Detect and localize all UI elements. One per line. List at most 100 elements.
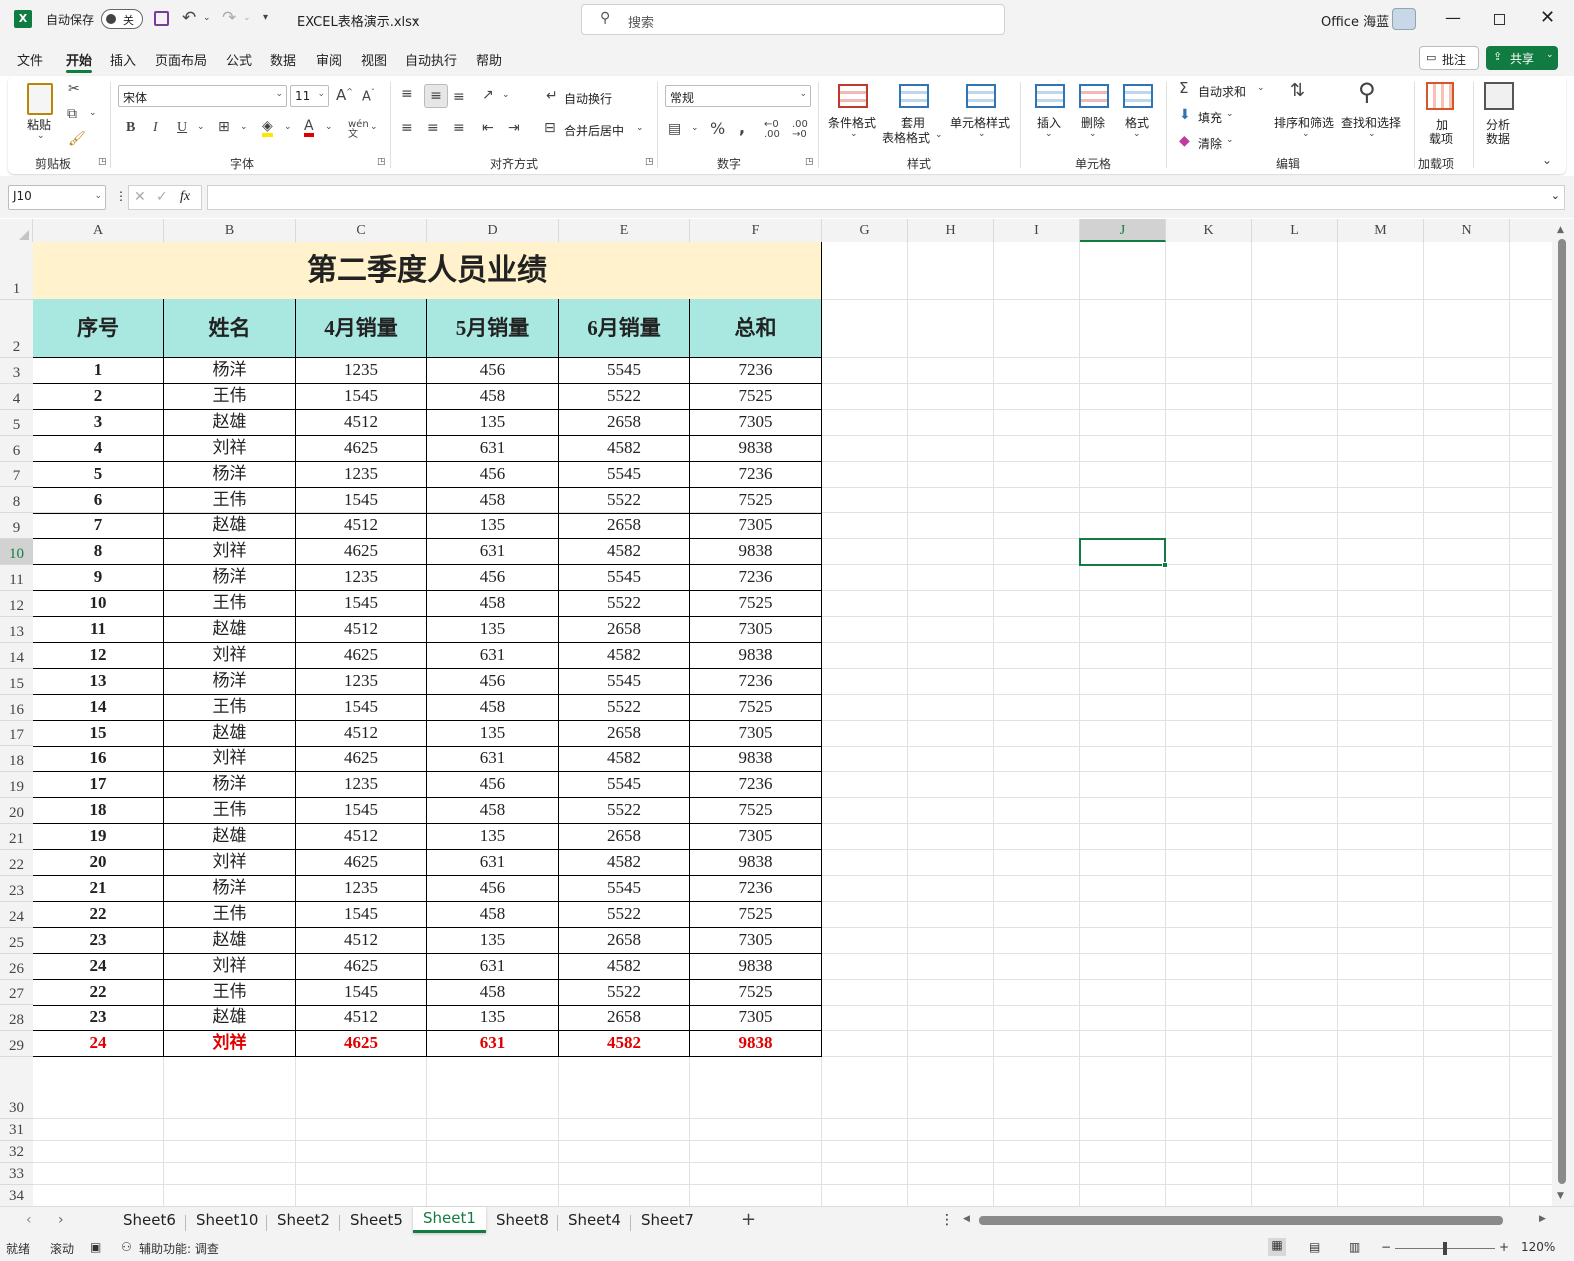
row-header-12[interactable]: 12 — [0, 591, 33, 617]
table-cell[interactable]: 7 — [33, 512, 164, 539]
font-color-icon[interactable]: A — [304, 119, 314, 137]
table-cell[interactable]: 3 — [33, 409, 164, 436]
merge-center-icon[interactable]: ⊟ — [544, 121, 556, 135]
row-header-27[interactable]: 27 — [0, 980, 33, 1006]
ribbon-collapse-icon[interactable]: ⌄ — [1542, 154, 1552, 166]
number-format-select[interactable]: 常规 ⌄ — [665, 85, 811, 107]
merge-center-button[interactable]: 合并后居中 — [564, 122, 624, 139]
user-name[interactable]: Office 海蓝 — [1321, 11, 1389, 30]
table-cell[interactable]: 17 — [33, 771, 164, 798]
table-cell[interactable]: 135 — [427, 927, 559, 954]
font-color-dropdown-icon[interactable]: ⌄ — [325, 123, 333, 132]
status-accessibility[interactable]: 辅助功能: 调查 — [139, 1240, 219, 1257]
table-cell[interactable]: 21 — [33, 875, 164, 902]
table-cell[interactable]: 2658 — [559, 927, 690, 954]
find-dropdown-icon[interactable]: ⌄ — [1368, 130, 1376, 139]
table-cell[interactable]: 631 — [427, 642, 559, 669]
decrease-decimal-icon[interactable]: .00 →0 — [792, 120, 808, 140]
row-header-16[interactable]: 16 — [0, 695, 33, 721]
delete-cells-icon[interactable] — [1079, 84, 1109, 108]
minimize-icon[interactable]: — — [1445, 8, 1461, 27]
table-cell[interactable]: 4582 — [559, 642, 690, 669]
format-painter-icon[interactable]: 🖌 — [68, 132, 86, 146]
menu-review[interactable]: 审阅 — [316, 50, 342, 69]
table-cell[interactable]: 5545 — [559, 461, 690, 488]
column-header-k[interactable]: K — [1166, 219, 1252, 242]
save-icon[interactable] — [154, 11, 169, 26]
phonetic-guide-icon[interactable]: wén 文 — [348, 120, 369, 140]
table-cell[interactable]: 4512 — [296, 1004, 427, 1031]
borders-dropdown-icon[interactable]: ⌄ — [240, 123, 248, 132]
table-cell[interactable]: 631 — [427, 435, 559, 462]
table-cell[interactable]: 赵雄 — [164, 616, 296, 643]
search-box[interactable]: ⚲ 搜索 — [581, 4, 1005, 35]
horizontal-scroll-thumb[interactable] — [979, 1216, 1503, 1225]
table-cell[interactable]: 7525 — [690, 487, 822, 514]
table-cell[interactable]: 2658 — [559, 823, 690, 850]
sheet-tab-sheet4[interactable]: Sheet4 — [568, 1211, 621, 1229]
row-header-6[interactable]: 6 — [0, 436, 33, 462]
sort-filter-icon[interactable]: ⇅ — [1290, 82, 1305, 100]
table-cell[interactable]: 7236 — [690, 668, 822, 695]
table-cell[interactable]: 4512 — [296, 823, 427, 850]
zoom-slider[interactable] — [1395, 1242, 1495, 1255]
table-cell[interactable]: 刘祥 — [164, 745, 296, 772]
table-cell[interactable]: 5545 — [559, 357, 690, 384]
table-cell[interactable]: 7305 — [690, 823, 822, 850]
table-cell[interactable]: 1545 — [296, 487, 427, 514]
table-cell[interactable]: 7305 — [690, 512, 822, 539]
column-header-m[interactable]: M — [1338, 219, 1424, 242]
table-cell[interactable]: 7305 — [690, 1004, 822, 1031]
table-header-cell[interactable]: 序号 — [33, 299, 164, 358]
table-cell[interactable]: 刘祥 — [164, 849, 296, 876]
table-cell[interactable]: 24 — [33, 953, 164, 980]
table-cell[interactable]: 王伟 — [164, 694, 296, 721]
format-cells-icon[interactable] — [1123, 84, 1153, 108]
scroll-left-icon[interactable]: ◀ — [963, 1214, 970, 1224]
table-cell[interactable]: 7236 — [690, 564, 822, 591]
formula-input[interactable]: ⌄ — [207, 185, 1565, 210]
table-cell[interactable]: 4625 — [296, 435, 427, 462]
autosave-toggle[interactable]: 关 — [101, 9, 143, 29]
sort-dropdown-icon[interactable]: ⌄ — [1302, 130, 1310, 139]
comment-button[interactable]: ▭ 批注 — [1419, 46, 1479, 70]
cell-styles-dropdown-icon[interactable]: ⌄ — [978, 130, 986, 139]
table-cell[interactable]: 23 — [33, 927, 164, 954]
align-middle-icon[interactable]: ≡ — [424, 84, 448, 108]
borders-icon[interactable]: ⊞ — [218, 120, 230, 134]
close-icon[interactable]: ✕ — [1540, 7, 1555, 28]
row-header-24[interactable]: 24 — [0, 902, 33, 928]
table-cell[interactable]: 7236 — [690, 461, 822, 488]
table-cell[interactable]: 1545 — [296, 694, 427, 721]
table-cell[interactable]: 王伟 — [164, 383, 296, 410]
table-cell[interactable]: 5545 — [559, 668, 690, 695]
analyze-data-icon[interactable] — [1484, 82, 1514, 110]
row-header-8[interactable]: 8 — [0, 488, 33, 514]
table-cell[interactable]: 4582 — [559, 849, 690, 876]
cancel-icon[interactable]: ✕ — [134, 189, 146, 205]
table-cell[interactable]: 4625 — [296, 538, 427, 565]
maximize-icon[interactable] — [1494, 14, 1505, 25]
menu-page-layout[interactable]: 页面布局 — [155, 50, 207, 69]
paste-icon[interactable] — [27, 83, 53, 115]
menu-home[interactable]: 开始 — [66, 50, 92, 69]
orientation-dropdown-icon[interactable]: ⌄ — [502, 91, 510, 100]
table-cell[interactable]: 1235 — [296, 357, 427, 384]
row-header-30[interactable]: 30 — [0, 1057, 33, 1120]
column-header-j[interactable]: J — [1080, 219, 1166, 242]
table-cell[interactable]: 4582 — [559, 538, 690, 565]
table-cell[interactable]: 9838 — [690, 538, 822, 565]
zoom-in-icon[interactable]: + — [1499, 1240, 1509, 1254]
menu-data[interactable]: 数据 — [270, 50, 296, 69]
table-cell[interactable]: 5522 — [559, 383, 690, 410]
table-cell[interactable]: 4625 — [296, 642, 427, 669]
table-header-cell[interactable]: 姓名 — [164, 299, 296, 358]
menu-help[interactable]: 帮助 — [476, 50, 502, 69]
format-as-table-icon[interactable] — [899, 84, 929, 108]
percent-icon[interactable]: % — [710, 121, 725, 137]
column-header-a[interactable]: A — [33, 219, 164, 242]
table-cell[interactable]: 135 — [427, 720, 559, 747]
table-cell[interactable]: 135 — [427, 823, 559, 850]
table-cell[interactable]: 6 — [33, 487, 164, 514]
table-cell[interactable]: 456 — [427, 357, 559, 384]
